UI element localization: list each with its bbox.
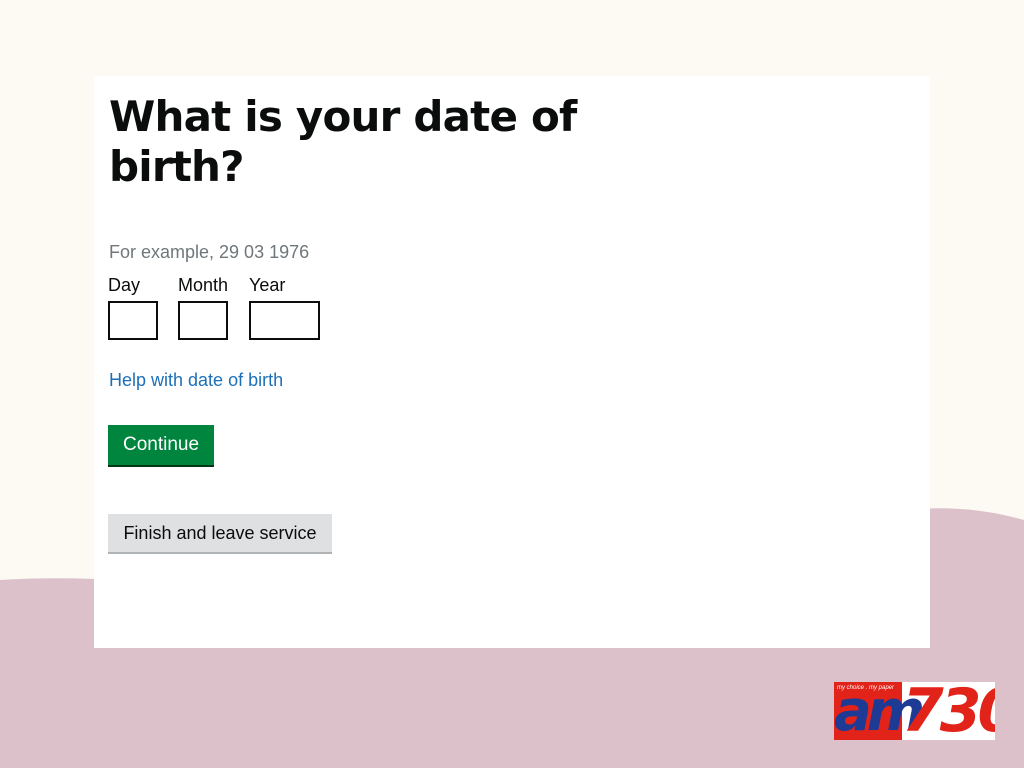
day-label: Day	[108, 275, 141, 295]
continue-button[interactable]: Continue	[108, 425, 214, 465]
year-input[interactable]	[249, 301, 320, 340]
year-label: Year	[249, 275, 286, 295]
logo-tagline: my choice . my paper	[837, 685, 895, 691]
finish-and-leave-button[interactable]: Finish and leave service	[108, 514, 332, 552]
page-title: What is your date of birth?	[109, 92, 577, 191]
month-input[interactable]	[178, 301, 228, 340]
am730-logo: am my choice . my paper 730	[834, 682, 995, 740]
day-field-group: Day	[108, 273, 158, 340]
form-card: What is your date of birth? For example,…	[94, 76, 930, 648]
logo-number: 730	[902, 682, 995, 740]
year-field-group: Year	[249, 273, 320, 340]
date-hint: For example, 29 03 1976	[109, 242, 310, 262]
help-date-of-birth-link[interactable]: Help with date of birth	[109, 370, 283, 391]
day-input[interactable]	[108, 301, 158, 340]
month-label: Month	[178, 275, 229, 295]
month-field-group: Month	[178, 273, 228, 340]
